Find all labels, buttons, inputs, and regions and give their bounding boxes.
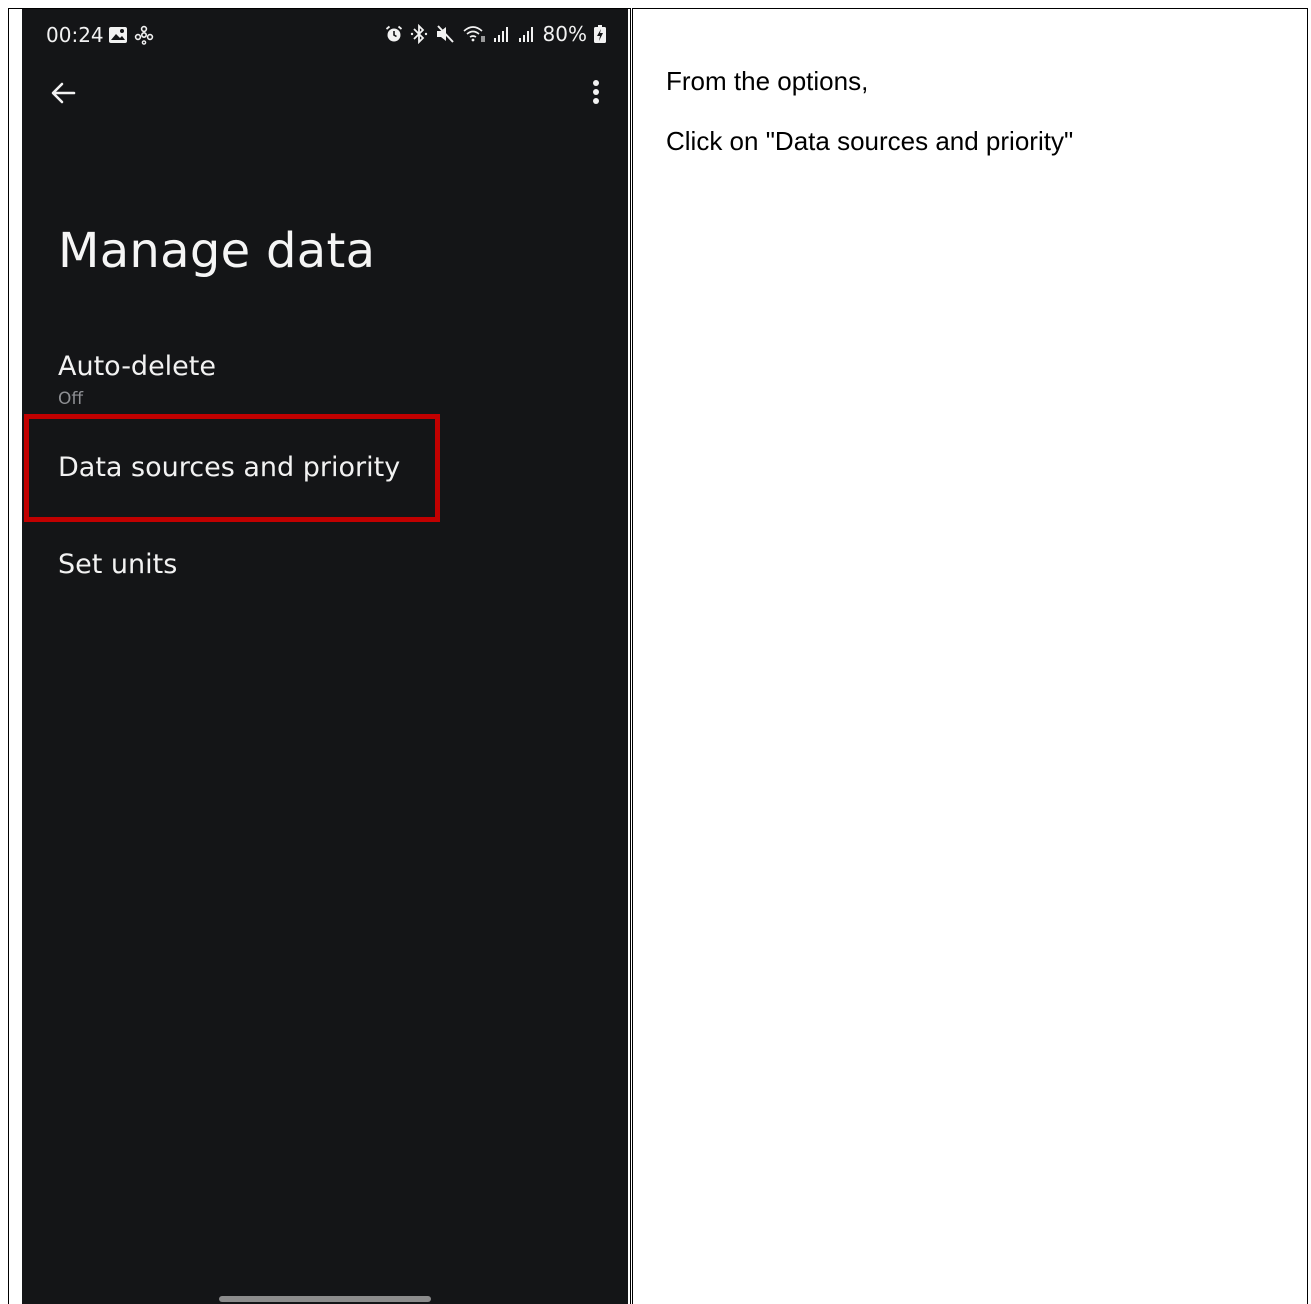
table-border-right [1307,8,1308,1304]
table-border-left [8,8,9,1304]
menu-item-label: Set units [58,549,178,580]
signal-icon [493,25,511,43]
instruction-text: From the options, [666,66,869,96]
arrow-left-icon [48,82,80,113]
signal-icon [518,25,536,43]
battery-percent: 80% [542,22,587,46]
table-divider [630,8,633,1304]
back-button[interactable] [48,77,80,109]
status-left-icons [108,25,154,45]
gallery-icon [108,26,128,44]
status-time: 00:24 [46,23,104,47]
battery-charging-icon [594,25,606,43]
status-right-icons: 80% [385,22,606,46]
status-bar: 00:24 80% [22,9,628,61]
more-options-button[interactable] [584,77,608,109]
alarm-icon [385,25,403,43]
menu-item-set-units[interactable]: Set units [22,527,628,597]
menu-item-label: Data sources and priority [58,452,401,483]
page-title: Manage data [58,223,376,279]
more-vertical-icon [584,80,608,113]
phone-screenshot: 00:24 80% Manage data Auto-delete Off Da… [22,9,628,1304]
menu-item-sublabel: Off [58,389,84,409]
wifi-icon [462,24,486,44]
menu-item-label: Auto-delete [58,351,216,382]
menu-item-auto-delete[interactable]: Auto-delete Off [22,339,628,419]
menu-item-data-sources-and-priority[interactable]: Data sources and priority [22,424,628,514]
fan-icon [134,25,154,45]
home-indicator[interactable] [219,1296,431,1302]
bluetooth-icon [410,24,428,44]
instruction-text: Click on "Data sources and priority" [666,126,1074,156]
mute-icon [435,25,455,43]
